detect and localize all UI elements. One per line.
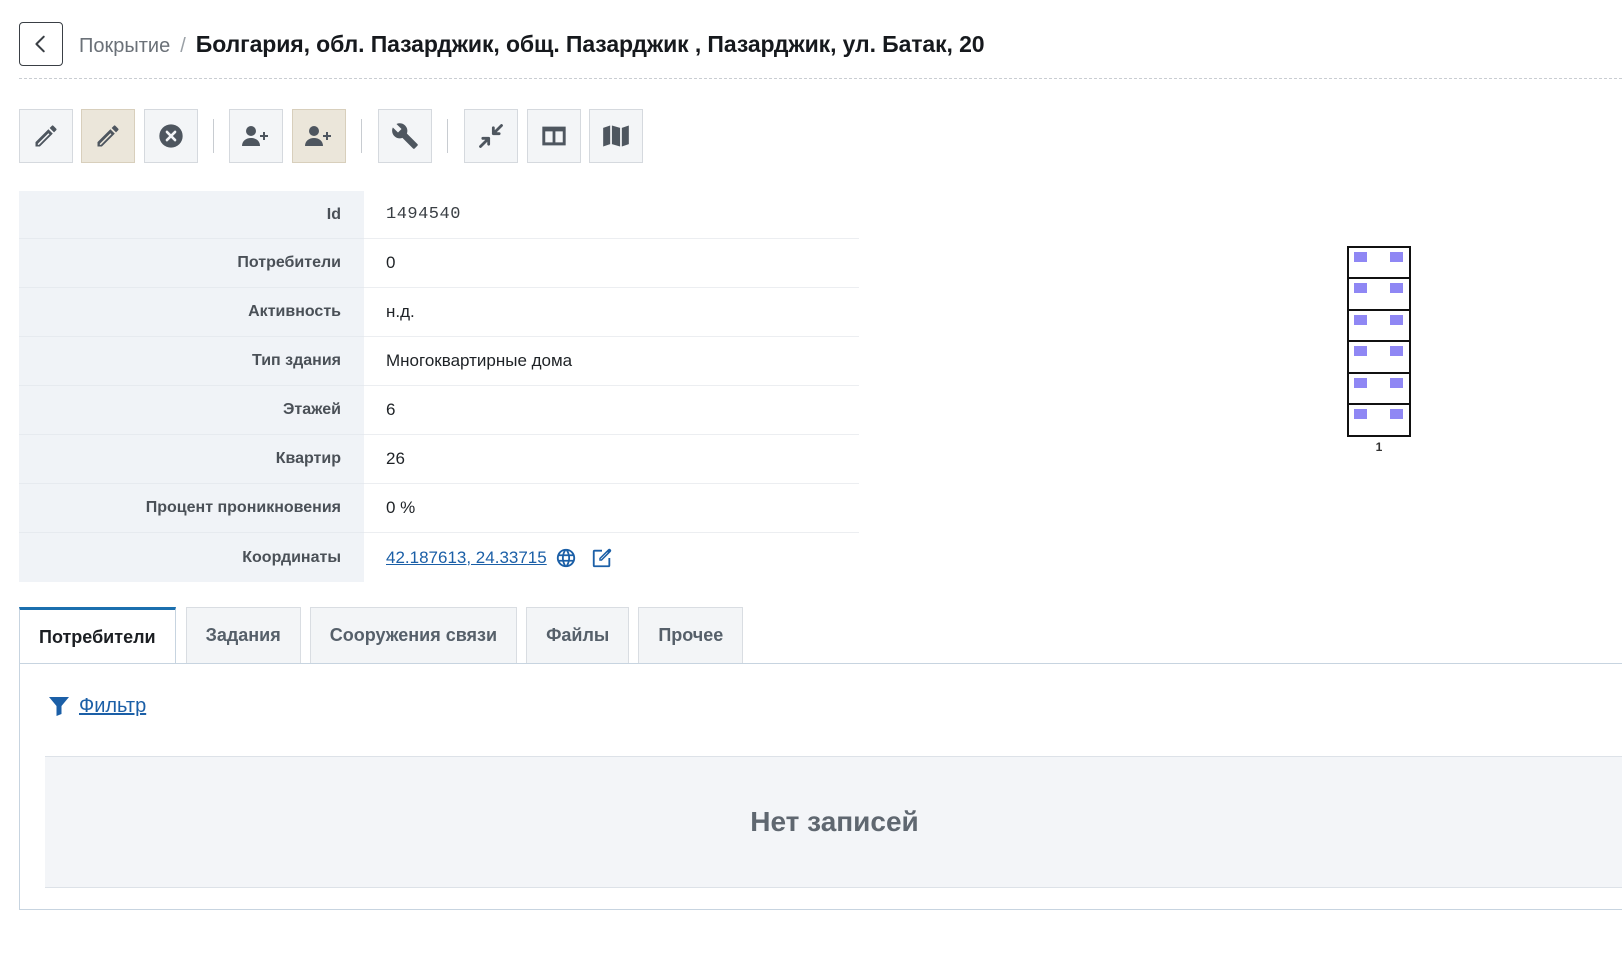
wrench-icon (392, 123, 418, 149)
prop-value: 0 (364, 239, 859, 288)
building-floor (1347, 342, 1411, 374)
window (1390, 409, 1403, 419)
filter-button[interactable]: Фильтр (47, 694, 146, 718)
prop-value: н.д. (364, 288, 859, 337)
edit-coordinates-button[interactable] (591, 547, 613, 569)
building-floor (1347, 373, 1411, 405)
building-floor (1347, 310, 1411, 342)
window (1390, 314, 1403, 325)
pencil-icon (97, 125, 119, 147)
prop-row-penetration: Процент проникновения 0 % (19, 484, 859, 533)
prop-row-id: Id 1494540 (19, 191, 859, 239)
edit-button[interactable] (19, 109, 73, 163)
prop-label: Тип здания (19, 337, 364, 386)
window (1354, 377, 1367, 388)
prop-value: 1494540 (364, 191, 859, 239)
add-user-button[interactable] (229, 109, 283, 163)
collapse-button[interactable] (464, 109, 518, 163)
window (1390, 377, 1403, 388)
window (1354, 283, 1367, 293)
window (1354, 314, 1367, 325)
tab-facilities[interactable]: Сооружения связи (309, 607, 518, 663)
window (1390, 283, 1403, 293)
tab-files[interactable]: Файлы (526, 607, 630, 663)
user-plus-icon (305, 126, 331, 146)
filter-link[interactable]: Фильтр (79, 695, 146, 718)
prop-row-building-type: Тип здания Многоквартирные дома (19, 337, 859, 386)
prop-label: Этажей (19, 386, 364, 435)
empty-state-text: Нет записей (750, 806, 919, 837)
coordinates-link[interactable]: 42.187613, 24.33715 (386, 548, 547, 568)
prop-row-coordinates: Координаты 42.187613, 24.33715 (19, 533, 859, 582)
window (1354, 252, 1367, 262)
tab-consumers[interactable]: Потребители (19, 607, 176, 664)
chevron-left-icon (35, 35, 45, 53)
window (1390, 252, 1403, 262)
building-floor (1347, 246, 1411, 279)
entrance-label: 1 (1375, 439, 1383, 454)
prop-label: Процент проникновения (19, 484, 364, 533)
building-floor (1347, 279, 1411, 311)
columns-icon (542, 126, 566, 146)
toolbar-divider (361, 119, 362, 153)
add-user-alt-button[interactable] (292, 109, 346, 163)
prop-row-floors: Этажей 6 (19, 386, 859, 435)
prop-label: Активность (19, 288, 364, 337)
tab-tasks[interactable]: Задания (185, 607, 301, 663)
pencil-icon (35, 125, 57, 147)
globe-button[interactable] (555, 547, 577, 569)
building-diagram: 1 (1347, 246, 1411, 454)
breadcrumb: Покрытие / Болгария, обл. Пазарджик, общ… (79, 31, 985, 58)
compress-icon (479, 124, 503, 148)
prop-label: Квартир (19, 435, 364, 484)
split-view-button[interactable] (527, 109, 581, 163)
prop-row-consumers: Потребители 0 (19, 239, 859, 288)
delete-button[interactable] (144, 109, 198, 163)
prop-value: Многоквартирные дома (364, 337, 859, 386)
breadcrumb-separator: / (180, 35, 186, 57)
user-plus-icon (242, 126, 268, 146)
empty-state: Нет записей (45, 756, 1622, 888)
globe-icon (556, 548, 575, 567)
map-icon (603, 125, 629, 147)
prop-value: 42.187613, 24.33715 (364, 533, 859, 582)
prop-value: 26 (364, 435, 859, 484)
back-button[interactable] (19, 22, 63, 66)
prop-value: 6 (364, 386, 859, 435)
prop-label: Id (19, 191, 364, 239)
tab-other[interactable]: Прочее (638, 607, 744, 663)
toolbar-divider (447, 119, 448, 153)
prop-row-apartments: Квартир 26 (19, 435, 859, 484)
filter-icon (49, 697, 69, 716)
map-button[interactable] (589, 109, 643, 163)
tab-bar: Потребители Задания Сооружения связи Фай… (19, 607, 752, 664)
building-floor (1347, 405, 1411, 437)
toolbar-divider (213, 119, 214, 153)
page-title: Болгария, обл. Пазарджик, общ. Пазарджик… (195, 31, 985, 57)
close-circle-icon (159, 124, 183, 148)
prop-label: Координаты (19, 533, 364, 582)
window (1354, 346, 1367, 356)
prop-value: 0 % (364, 484, 859, 533)
prop-label: Потребители (19, 239, 364, 288)
properties-table: Id 1494540 Потребители 0 Активность н.д.… (19, 191, 859, 582)
edit-square-icon (592, 548, 611, 567)
breadcrumb-parent-link[interactable]: Покрытие (79, 35, 170, 58)
edit-alt-button[interactable] (81, 109, 135, 163)
prop-row-activity: Активность н.д. (19, 288, 859, 337)
toolbar (0, 109, 700, 163)
settings-button[interactable] (378, 109, 432, 163)
tab-panel: Фильтр Нет записей (19, 663, 1622, 910)
header-divider (19, 78, 1622, 79)
window (1354, 409, 1367, 419)
window (1390, 346, 1403, 356)
